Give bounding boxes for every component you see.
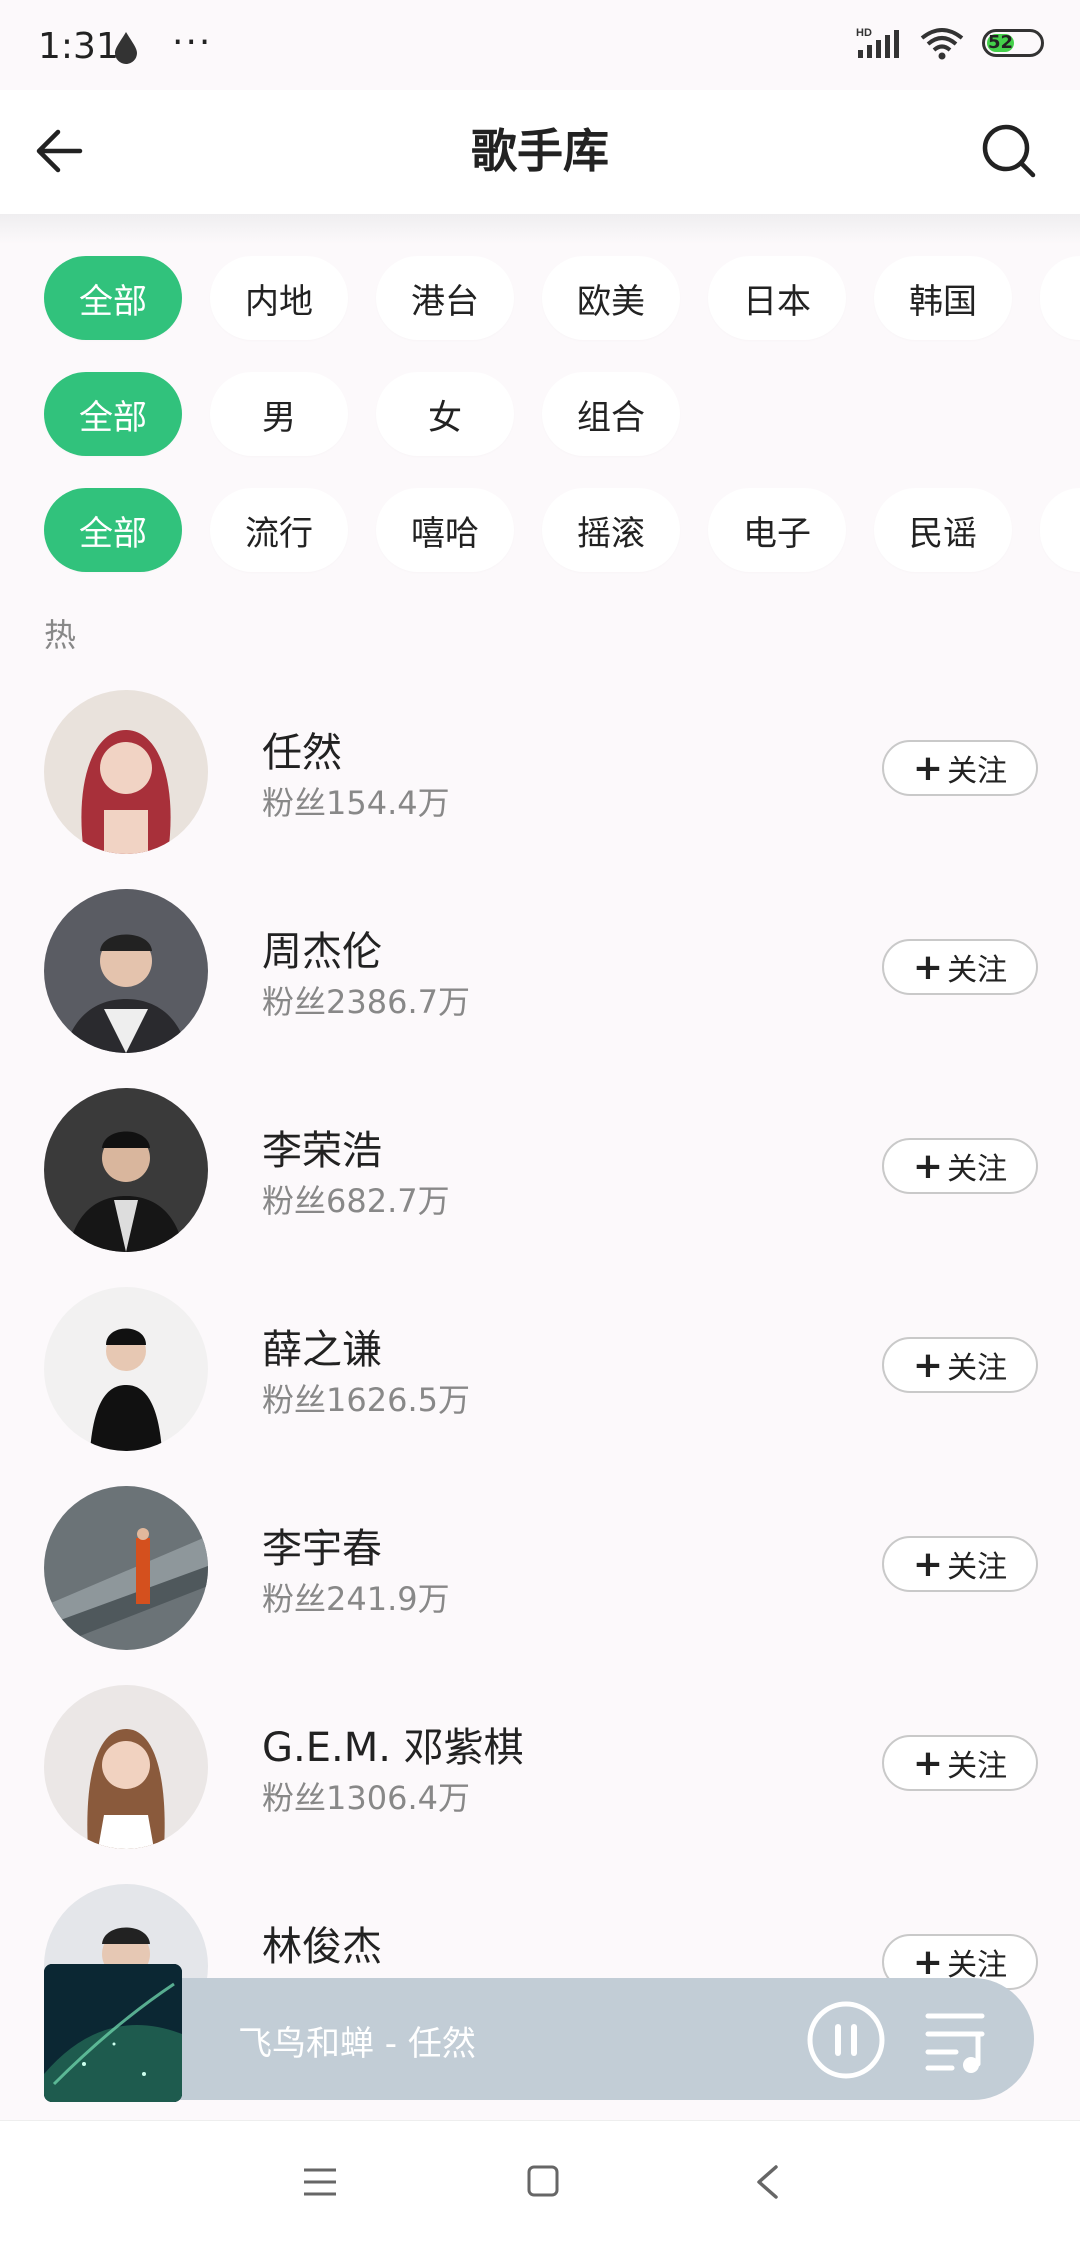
artist-fans: 粉丝1306.4万	[262, 1779, 470, 1817]
search-button[interactable]	[976, 118, 1042, 184]
svg-text:HD: HD	[856, 27, 872, 39]
follow-button[interactable]: + 关注	[882, 1536, 1038, 1592]
avatar	[44, 1287, 208, 1451]
follow-button[interactable]: + 关注	[882, 939, 1038, 995]
chip-genre-electronic[interactable]: 电子	[708, 488, 846, 572]
chip-genre-hiphop[interactable]: 嘻哈	[376, 488, 514, 572]
chevron-left-icon	[757, 2165, 778, 2199]
avatar	[44, 889, 208, 1053]
home-button[interactable]	[526, 2164, 560, 2202]
plus-icon: +	[912, 1344, 944, 1386]
plus-icon: +	[912, 747, 944, 789]
artist-row[interactable]: 李宇春 粉丝241.9万 + 关注	[0, 1486, 1080, 1685]
chip-region-hktw[interactable]: 港台	[376, 256, 514, 340]
search-icon	[982, 124, 1036, 178]
avatar	[44, 1088, 208, 1252]
artist-name: 李宇春	[262, 1526, 382, 1572]
follow-button[interactable]: + 关注	[882, 1735, 1038, 1791]
plus-icon: +	[912, 946, 944, 988]
menu-icon	[304, 2168, 336, 2196]
plus-icon: +	[912, 1742, 944, 1784]
follow-label: 关注	[947, 1351, 1008, 1386]
page-title: 歌手库	[471, 124, 609, 178]
artist-name: 薛之谦	[262, 1327, 382, 1373]
artist-fans: 粉丝682.7万	[262, 1182, 450, 1220]
artist-name: G.E.M. 邓紫棋	[262, 1725, 524, 1771]
chip-gender-male[interactable]: 男	[210, 372, 348, 456]
plus-icon: +	[912, 1145, 944, 1187]
chip-region-japan[interactable]: 日本	[708, 256, 846, 340]
avatar	[44, 1685, 208, 1849]
artist-name: 周杰伦	[262, 929, 382, 975]
follow-label: 关注	[947, 754, 1008, 789]
chip-region-more[interactable]	[1040, 256, 1080, 340]
artist-name: 任然	[262, 730, 342, 776]
battery-icon: 52	[982, 29, 1044, 57]
pause-icon	[807, 2001, 885, 2079]
battery-level: 52	[987, 32, 1015, 53]
status-icons: HD 52	[856, 26, 1044, 60]
chip-genre-pop[interactable]: 流行	[210, 488, 348, 572]
artist-fans: 粉丝1626.5万	[262, 1381, 470, 1419]
section-label-hot: 热	[44, 616, 77, 654]
follow-button[interactable]: + 关注	[882, 1138, 1038, 1194]
artist-row[interactable]: 薛之谦 粉丝1626.5万 + 关注	[0, 1287, 1080, 1486]
more-notifications-icon: ···	[172, 22, 213, 63]
chip-region-all[interactable]: 全部	[44, 256, 182, 340]
chip-region-mainland[interactable]: 内地	[210, 256, 348, 340]
artist-row[interactable]: 周杰伦 粉丝2386.7万 + 关注	[0, 889, 1080, 1088]
plus-icon: +	[912, 1543, 944, 1585]
artist-row[interactable]: G.E.M. 邓紫棋 粉丝1306.4万 + 关注	[0, 1685, 1080, 1884]
follow-label: 关注	[947, 1749, 1008, 1784]
follow-label: 关注	[947, 953, 1008, 988]
playlist-icon	[925, 2013, 985, 2073]
water-drop-icon	[112, 30, 140, 68]
follow-label: 关注	[947, 1152, 1008, 1187]
follow-button[interactable]: + 关注	[882, 740, 1038, 796]
arrow-left-icon	[36, 129, 83, 173]
header-divider	[0, 214, 1080, 244]
album-cover[interactable]	[44, 1964, 182, 2102]
avatar	[44, 690, 208, 854]
chip-region-western[interactable]: 欧美	[542, 256, 680, 340]
chip-genre-rock[interactable]: 摇滚	[542, 488, 680, 572]
artist-fans: 粉丝154.4万	[262, 784, 450, 822]
artist-row[interactable]: 任然 粉丝154.4万 + 关注	[0, 690, 1080, 889]
playlist-button[interactable]	[922, 2002, 992, 2078]
menu-button[interactable]	[302, 2166, 338, 2202]
artist-name: 林俊杰	[262, 1924, 382, 1970]
chip-genre-folk[interactable]: 民谣	[874, 488, 1012, 572]
chip-genre-all[interactable]: 全部	[44, 488, 182, 572]
chip-region-korea[interactable]: 韩国	[874, 256, 1012, 340]
signal-icon: HD	[856, 27, 899, 58]
home-icon	[527, 2165, 559, 2197]
now-playing-title: 飞鸟和蝉 - 任然	[238, 2024, 476, 2064]
plus-icon: +	[912, 1941, 944, 1983]
chip-gender-group[interactable]: 组合	[542, 372, 680, 456]
follow-button[interactable]: + 关注	[882, 1337, 1038, 1393]
back-button[interactable]	[30, 118, 96, 184]
follow-label: 关注	[947, 1550, 1008, 1585]
chip-gender-female[interactable]: 女	[376, 372, 514, 456]
pause-button[interactable]	[806, 2000, 886, 2080]
artist-row[interactable]: 李荣浩 粉丝682.7万 + 关注	[0, 1088, 1080, 1287]
system-back-button[interactable]	[754, 2164, 780, 2204]
avatar	[44, 1486, 208, 1650]
artist-name: 李荣浩	[262, 1128, 382, 1174]
wifi-icon	[920, 28, 964, 60]
artist-fans: 粉丝241.9万	[262, 1580, 450, 1618]
chip-genre-more[interactable]	[1040, 488, 1080, 572]
status-time: 1:31	[38, 26, 119, 67]
chip-gender-all[interactable]: 全部	[44, 372, 182, 456]
artist-fans: 粉丝2386.7万	[262, 983, 470, 1021]
